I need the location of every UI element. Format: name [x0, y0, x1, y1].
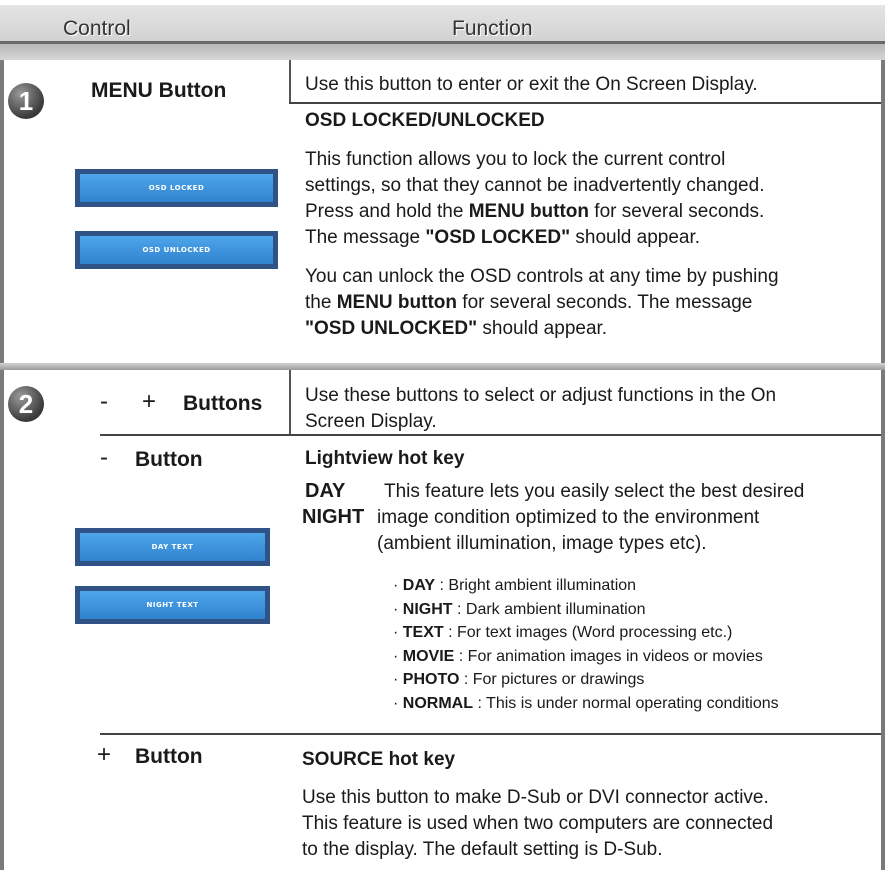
- minus-symbol: -: [100, 388, 108, 415]
- row2-rule: [100, 434, 881, 436]
- list-item: · TEXT : For text images (Word processin…: [393, 624, 733, 641]
- header-control: Control: [63, 17, 131, 40]
- day-text-screen: DAY TEXT: [75, 528, 270, 566]
- section-divider: [0, 363, 885, 370]
- step-number-1: 1: [8, 83, 44, 119]
- row2-column-divider: [289, 370, 291, 435]
- left-border: [0, 60, 4, 870]
- header-function: Function: [452, 17, 533, 40]
- row3-rule: [100, 733, 881, 735]
- menu-description: Use this button to enter or exit the On …: [305, 74, 758, 95]
- list-item: · DAY : Bright ambient illumination: [393, 577, 637, 594]
- osd-lock-paragraph-1: This function allows you to lock the cur…: [305, 149, 765, 248]
- step-number-2: 2: [8, 386, 44, 422]
- list-item: · MOVIE : For animation images in videos…: [393, 647, 763, 665]
- plus-minus-buttons-label: Buttons: [183, 392, 263, 415]
- source-description: Use this button to make D-Sub or DVI con…: [302, 787, 774, 860]
- header-band: [0, 44, 885, 60]
- menu-button-label: MENU Button: [91, 79, 227, 102]
- row1-column-divider: [289, 60, 291, 103]
- list-item: · NORMAL : This is under normal operatin…: [393, 694, 779, 712]
- buttons-description: Use these buttons to select or adjust fu…: [305, 385, 777, 432]
- row1-rule: [289, 102, 881, 104]
- minus-button-label: Button: [135, 448, 203, 471]
- day-label: DAY: [305, 480, 346, 502]
- list-item: · NIGHT : Dark ambient illumination: [393, 600, 646, 618]
- osd-lock-paragraph-2: You can unlock the OSD controls at any t…: [305, 266, 779, 339]
- night-text-screen: NIGHT TEXT: [75, 586, 270, 624]
- lightview-title: Lightview hot key: [305, 448, 465, 469]
- minus-symbol-2: -: [100, 444, 108, 471]
- osd-locked-screen: OSD LOCKED: [75, 169, 278, 207]
- osd-unlocked-screen: OSD UNLOCKED: [75, 231, 278, 269]
- right-border: [881, 60, 885, 870]
- source-title: SOURCE hot key: [302, 749, 456, 770]
- osd-lock-title: OSD LOCKED/UNLOCKED: [305, 110, 545, 131]
- list-item: · PHOTO : For pictures or drawings: [393, 671, 645, 688]
- plus-symbol: +: [142, 388, 157, 415]
- lightview-description: This feature lets you easily select the …: [377, 481, 805, 554]
- night-label: NIGHT: [302, 506, 365, 528]
- mode-list: · DAY : Bright ambient illumination · NI…: [393, 574, 779, 715]
- plus-symbol-2: +: [97, 741, 112, 768]
- plus-button-label: Button: [135, 745, 203, 768]
